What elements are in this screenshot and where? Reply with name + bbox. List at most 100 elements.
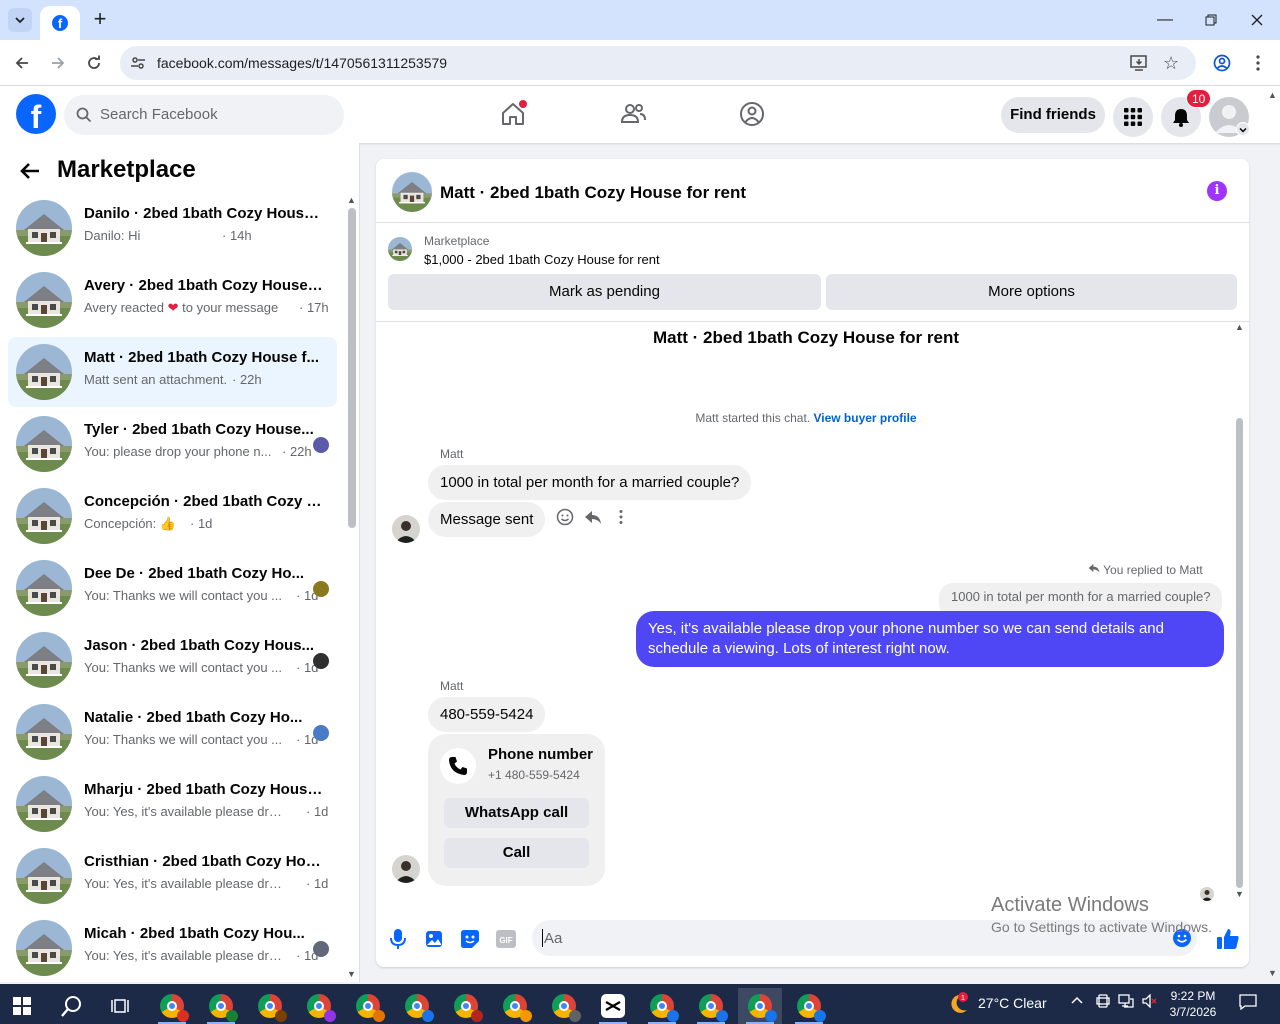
whatsapp-call-button[interactable]: WhatsApp call [444, 798, 589, 828]
taskbar-chrome-profile-icon[interactable] [199, 988, 243, 1024]
scroll-up-arrow[interactable]: ▲ [347, 195, 356, 205]
conversation-name: Mharju · 2bed 1bath Cozy House... [84, 781, 324, 798]
account-chevron-down-icon[interactable] [1236, 122, 1250, 136]
browser-tab-facebook[interactable]: f [40, 6, 80, 40]
photo-icon[interactable] [423, 928, 445, 950]
taskbar-chrome-profile-icon[interactable] [395, 988, 439, 1024]
incoming-message[interactable]: 1000 in total per month for a married co… [428, 465, 752, 500]
started-text: Matt started this chat. [695, 411, 811, 425]
conversation-item[interactable]: Micah · 2bed 1bath Cozy Hou... You: Yes, … [8, 913, 337, 982]
menu-grid-icon[interactable] [1113, 97, 1153, 137]
bookmark-star-icon[interactable]: ☆ [1163, 53, 1179, 74]
reply-icon[interactable] [584, 508, 602, 531]
scroll-down-arrow[interactable]: ▼ [347, 969, 356, 979]
incoming-message[interactable]: 480-559-5424 [428, 697, 546, 732]
windows-taskbar: 1 27°C Clear 9:22 PM 3/7/2026 [0, 984, 1280, 1024]
more-vertical-icon[interactable] [612, 508, 630, 531]
taskbar-chrome-profile-icon[interactable] [738, 988, 782, 1024]
listing-price-title[interactable]: $1,000 - 2bed 1bath Cozy House for rent [424, 252, 660, 267]
windows-start-icon[interactable] [0, 988, 44, 1024]
incoming-message[interactable]: Message sent [428, 502, 546, 537]
outgoing-message[interactable]: Yes, it's available please drop your pho… [636, 611, 1224, 667]
call-button[interactable]: Call [444, 838, 589, 868]
chat-scroll-up-arrow[interactable]: ▲ [1235, 322, 1244, 332]
tablet-icon[interactable] [1096, 994, 1110, 1011]
page-scroll-down-arrow[interactable]: ▼ [1268, 968, 1277, 978]
conversation-item[interactable]: Danilo · 2bed 1bath Cozy House ... Danilo… [8, 193, 337, 263]
conversation-item[interactable]: Cristhian · 2bed 1bath Cozy Hou... You: Y… [8, 841, 337, 911]
taskbar-chrome-profile-icon[interactable] [787, 988, 831, 1024]
view-buyer-profile-link[interactable]: View buyer profile [813, 411, 916, 425]
sidebar-scrollbar[interactable] [348, 208, 356, 528]
install-app-icon[interactable] [1130, 54, 1148, 77]
taskbar-chrome-profile-icon[interactable] [444, 988, 488, 1024]
friends-icon[interactable] [617, 98, 649, 130]
forward-arrow-icon[interactable] [43, 48, 73, 78]
conversation-preview: Danilo: Hi [84, 228, 141, 243]
conversation-item[interactable]: Jason · 2bed 1bath Cozy Hous... You: Than… [8, 625, 337, 695]
address-bar[interactable]: facebook.com/messages/t/1470561311253579… [120, 46, 1196, 80]
conversation-item[interactable]: Mharju · 2bed 1bath Cozy House... You: Ye… [8, 769, 337, 839]
chrome-menu-icon[interactable] [1243, 48, 1273, 78]
find-friends-button[interactable]: Find friends [1001, 97, 1105, 133]
weather-icon[interactable]: 1 [946, 992, 970, 1016]
chrome-icon [503, 994, 532, 1022]
page-scroll-up-arrow[interactable]: ▲ [1268, 90, 1277, 100]
info-icon[interactable]: i [1207, 181, 1227, 201]
conversation-preview-suffix: to your message [182, 300, 279, 315]
taskbar-chrome-profile-icon[interactable] [689, 988, 733, 1024]
taskbar-chrome-profile-icon[interactable] [640, 988, 684, 1024]
like-thumbs-up-icon[interactable] [1215, 926, 1241, 952]
close-window-button[interactable] [1234, 0, 1280, 40]
tab-search-button[interactable] [8, 8, 32, 32]
chat-scroll-down-arrow[interactable]: ▼ [1235, 889, 1244, 899]
back-arrow-icon[interactable] [7, 48, 37, 78]
conversation-item[interactable]: Tyler · 2bed 1bath Cozy House... You: ple… [8, 409, 337, 479]
conversation-item[interactable]: Dee De · 2bed 1bath Cozy Ho... You: Thank… [8, 553, 337, 623]
taskbar-chrome-profile-icon[interactable] [297, 988, 341, 1024]
home-icon[interactable] [497, 98, 529, 130]
taskbar-capcut-icon[interactable] [591, 988, 635, 1024]
system-clock[interactable]: 9:22 PM 3/7/2026 [1168, 988, 1218, 1020]
groups-icon[interactable] [736, 98, 768, 130]
matt-avatar[interactable] [392, 855, 420, 883]
show-hidden-icons-chevron-up-icon[interactable] [1071, 994, 1083, 1010]
gif-icon[interactable]: GIF [495, 928, 517, 950]
taskbar-chrome-profile-icon[interactable] [150, 988, 194, 1024]
listing-small-thumbnail[interactable] [388, 237, 412, 261]
chat-title[interactable]: Matt · 2bed 1bath Cozy House for rent [440, 183, 746, 203]
matt-avatar[interactable] [392, 515, 420, 543]
conversation-item[interactable]: Natalie · 2bed 1bath Cozy Ho... You: Than… [8, 697, 337, 767]
notification-center-icon[interactable] [1239, 994, 1257, 1013]
taskbar-chrome-profile-icon[interactable] [346, 988, 390, 1024]
task-view-icon[interactable] [98, 988, 142, 1024]
volume-muted-icon[interactable] [1142, 993, 1158, 1011]
mark-as-pending-button[interactable]: Mark as pending [388, 274, 821, 310]
chat-scrollbar[interactable] [1236, 418, 1243, 888]
outgoing-line-1: Yes, it's available please drop your pho… [648, 620, 1164, 637]
microphone-icon[interactable] [387, 928, 409, 950]
taskbar-chrome-profile-icon[interactable] [248, 988, 292, 1024]
taskbar-chrome-profile-icon[interactable] [493, 988, 537, 1024]
weather-text[interactable]: 27°C Clear [978, 995, 1047, 1011]
listing-thumbnail[interactable] [392, 172, 432, 212]
minimize-button[interactable]: — [1142, 0, 1188, 40]
react-smiley-icon[interactable] [556, 508, 574, 531]
facebook-logo-icon[interactable]: f [16, 94, 56, 135]
site-settings-icon[interactable] [130, 55, 146, 76]
network-icon[interactable] [1118, 994, 1134, 1011]
profile-icon[interactable] [1207, 48, 1237, 78]
conversation-item[interactable]: Concepción · 2bed 1bath Cozy H... Concepc… [8, 481, 337, 551]
more-options-button[interactable]: More options [826, 274, 1237, 310]
sticker-icon[interactable] [459, 928, 481, 950]
taskbar-chrome-profile-icon[interactable] [542, 988, 586, 1024]
new-tab-button[interactable]: + [88, 8, 112, 32]
search-input[interactable]: Search Facebook [64, 95, 344, 135]
back-arrow-icon[interactable] [18, 159, 42, 188]
reload-icon[interactable] [79, 48, 109, 78]
divider [376, 222, 1249, 223]
conversation-item[interactable]: Avery · 2bed 1bath Cozy House f... Avery … [8, 265, 337, 335]
conversation-item[interactable]: Matt · 2bed 1bath Cozy House f... Matt se… [8, 337, 337, 407]
restore-button[interactable] [1188, 0, 1234, 40]
search-icon[interactable] [50, 988, 94, 1024]
